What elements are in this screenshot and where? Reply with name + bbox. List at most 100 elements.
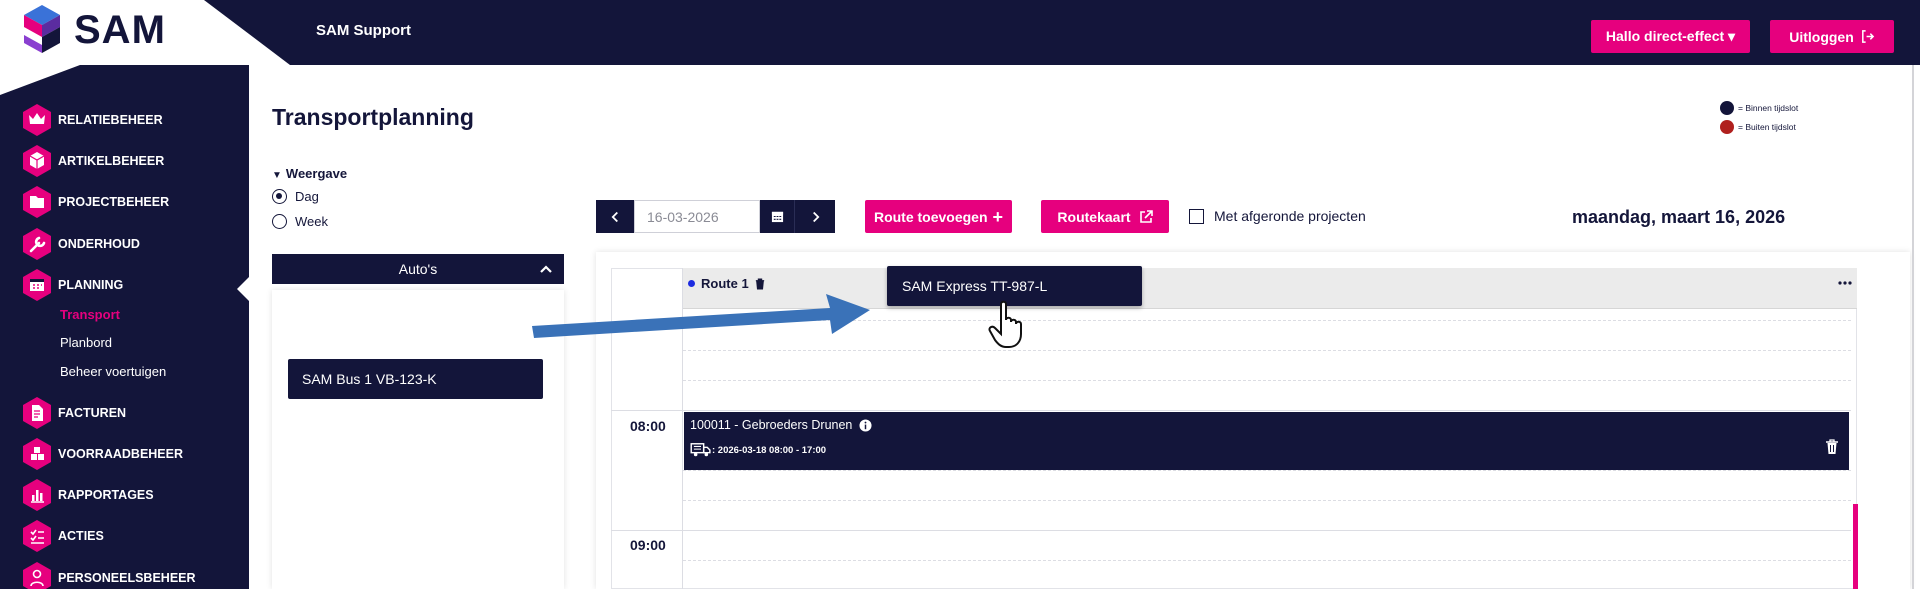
vehicle-card[interactable]: SAM Bus 1 VB-123-K <box>288 359 543 399</box>
sidebar-sub-beheer-voertuigen[interactable]: Beheer voertuigen <box>60 364 166 379</box>
sidebar-sub-planbord[interactable]: Planbord <box>60 335 112 350</box>
sidebar-item-label: PERSONEELSBEHEER <box>58 571 196 585</box>
grid-line <box>683 380 1851 381</box>
sidebar-item-onderhoud[interactable]: ONDERHOUD <box>22 227 140 261</box>
add-route-button[interactable]: Route toevoegen + <box>865 200 1012 233</box>
wrench-icon <box>22 227 52 261</box>
chart-icon <box>22 478 52 512</box>
legend-inside-label: = Binnen tijdslot <box>1738 103 1799 113</box>
sidebar-item-label: PROJECTBEHEER <box>58 195 170 209</box>
logout-label: Uitloggen <box>1789 28 1854 45</box>
logo-text: SAM <box>74 7 166 52</box>
trash-icon[interactable] <box>1825 439 1839 455</box>
plus-icon: + <box>992 206 1004 227</box>
grid-line-hour <box>611 410 1851 411</box>
invoice-icon <box>22 396 52 430</box>
autos-panel-header[interactable]: Auto's <box>272 254 564 284</box>
sidebar-item-projectbeheer[interactable]: PROJECTBEHEER <box>22 185 169 219</box>
legend-inside: = Binnen tijdslot <box>1720 101 1798 115</box>
sidebar-item-label: ONDERHOUD <box>58 237 140 251</box>
more-options-icon[interactable] <box>1838 280 1852 286</box>
project-title: 100011 - Gebroeders Drunen <box>690 418 872 432</box>
completed-projects-checkbox[interactable]: Met afgeronde projecten <box>1189 208 1366 224</box>
drag-arrow-icon <box>532 294 870 338</box>
sidebar-item-label: FACTUREN <box>58 406 127 420</box>
hand-cursor-icon <box>988 300 1022 348</box>
radio-dag-circle[interactable] <box>272 189 287 204</box>
user-menu-button[interactable]: Hallo direct-effect ▾ <box>1591 20 1750 53</box>
sidebar-item-label: PLANNING <box>58 278 124 292</box>
sam-logo-icon <box>24 5 60 53</box>
route-map-label: Routekaart <box>1057 208 1131 225</box>
page-scrollbar[interactable] <box>1912 65 1914 589</box>
sidebar-item-facturen[interactable]: FACTUREN <box>22 396 126 430</box>
folder-icon <box>22 185 52 219</box>
date-input[interactable]: 16-03-2026 <box>634 200 760 233</box>
weergave-label: Weergave <box>285 166 348 181</box>
sidebar-item-label: ACTIES <box>58 529 104 543</box>
truck-icon <box>690 443 711 457</box>
sidebar-item-label: ARTIKELBEHEER <box>58 154 165 168</box>
boxes-icon <box>22 437 52 471</box>
info-icon[interactable] <box>859 418 872 432</box>
sidebar-item-acties[interactable]: ACTIES <box>22 519 104 553</box>
sidebar-item-label: RELATIEBEHEER <box>58 113 163 127</box>
chevron-up-icon[interactable] <box>538 261 554 277</box>
time-label-0900: 09:00 <box>630 537 666 553</box>
project-time: : 2026-03-18 08:00 - 17:00 <box>690 442 826 458</box>
grid-line <box>683 470 1851 471</box>
chevron-left-icon <box>611 211 618 222</box>
calendar-icon <box>22 268 52 302</box>
sidebar-sub-transport[interactable]: Transport <box>60 307 120 322</box>
legend-outside-label: = Buiten tijdslot <box>1738 122 1796 132</box>
calendar-button[interactable] <box>760 200 794 233</box>
next-date-button[interactable] <box>794 200 835 233</box>
sidebar-item-label: RAPPORTAGES <box>58 488 154 502</box>
crown-icon <box>22 103 52 137</box>
legend-dot-inside <box>1720 101 1734 115</box>
radio-week[interactable]: Week <box>272 214 328 229</box>
checklist-icon <box>22 519 52 553</box>
grid-line <box>683 350 1851 351</box>
radio-week-circle[interactable] <box>272 214 287 229</box>
project-block[interactable]: 100011 - Gebroeders Drunen : 2026-03-18 … <box>684 412 1849 470</box>
radio-dag-label: Dag <box>295 189 319 204</box>
sidebar-item-rapportages[interactable]: RAPPORTAGES <box>22 478 154 512</box>
external-link-icon <box>1139 209 1153 223</box>
chevron-right-icon <box>812 211 819 222</box>
weergave-toggle[interactable]: ▼ Weergave <box>272 166 347 181</box>
legend-outside: = Buiten tijdslot <box>1720 120 1796 134</box>
sidebar-item-voorraadbeheer[interactable]: VOORRAADBEHEER <box>22 437 183 471</box>
grid-line-hour <box>611 530 1851 531</box>
sidebar-item-planning[interactable]: PLANNING <box>22 268 123 302</box>
logout-button[interactable]: Uitloggen <box>1770 20 1894 53</box>
project-title-text: 100011 - Gebroeders Drunen <box>690 418 853 432</box>
person-icon <box>22 561 52 589</box>
checkbox-label: Met afgeronde projecten <box>1214 208 1366 224</box>
radio-week-label: Week <box>295 214 328 229</box>
grid-line <box>683 560 1851 561</box>
current-date-label: maandag, maart 16, 2026 <box>1572 207 1786 227</box>
grid-line <box>683 500 1851 501</box>
autos-header-label: Auto's <box>398 261 438 277</box>
route-map-button[interactable]: Routekaart <box>1041 200 1169 233</box>
sidebar-item-artikelbeheer[interactable]: ARTIKELBEHEER <box>22 144 164 178</box>
sidebar-item-label: VOORRAADBEHEER <box>58 447 184 461</box>
box-icon <box>22 144 52 178</box>
radio-dag[interactable]: Dag <box>272 189 319 204</box>
project-time-text: : 2026-03-18 08:00 - 17:00 <box>712 444 827 456</box>
sidebar-item-relatiebeheer[interactable]: RELATIEBEHEER <box>22 103 163 137</box>
scroll-indicator <box>1853 504 1858 589</box>
time-label-0800: 08:00 <box>630 418 666 434</box>
logout-icon <box>1861 30 1874 43</box>
autos-panel <box>272 290 564 589</box>
caret-down-icon: ▼ <box>272 170 282 181</box>
sidebar-item-personeelsbeheer[interactable]: PERSONEELSBEHEER <box>22 561 196 589</box>
prev-date-button[interactable] <box>596 200 634 233</box>
checkbox-box[interactable] <box>1189 208 1204 224</box>
calendar-icon <box>771 211 783 223</box>
top-title: SAM Support <box>316 22 411 39</box>
add-route-label: Route toevoegen <box>873 208 988 225</box>
logo[interactable]: SAM <box>20 2 220 58</box>
legend-dot-outside <box>1720 120 1734 134</box>
